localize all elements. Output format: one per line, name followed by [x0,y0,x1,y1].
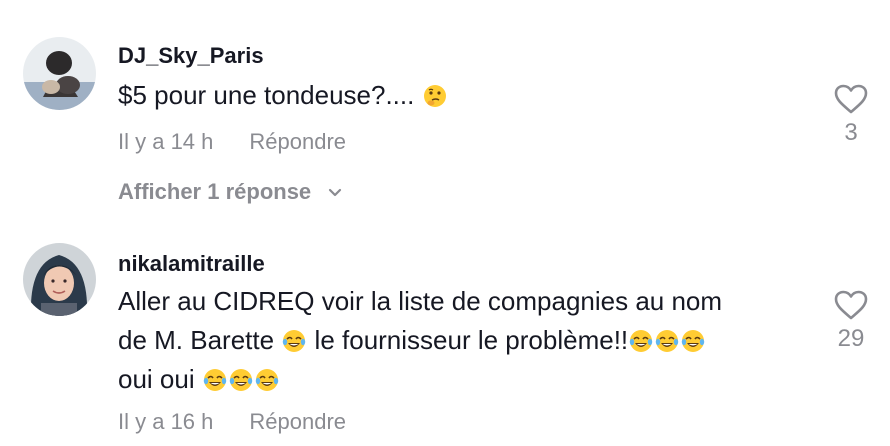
reply-button[interactable]: Répondre [249,129,346,154]
view-replies-button[interactable]: Afficher 1 réponse [118,178,343,207]
view-replies-label: Afficher 1 réponse [118,179,312,204]
tears-of-joy-icon [203,364,227,391]
tears-of-joy-icon [282,325,306,352]
tears-of-joy-icon [681,325,705,352]
comment-text-fragment: le fournisseur le problème!! [314,325,629,355]
avatar[interactable] [23,37,96,110]
comment-text-fragment: de M. Barette [118,325,275,355]
reply-button[interactable]: Répondre [249,409,346,434]
chevron-down-icon [327,179,343,207]
comment-item: nikalamitraille Aller au CIDREQ voir la … [0,230,890,446]
tears-of-joy-icon [229,364,253,391]
comment-timestamp: Il y a 16 h [118,409,214,434]
comment-text-line: Aller au CIDREQ voir la liste de compagn… [118,286,723,316]
tears-of-joy-icon [655,325,679,352]
tears-of-joy-icon [255,364,279,391]
heart-icon [834,84,868,114]
comment-text: Aller au CIDREQ voir la liste de compagn… [118,282,808,399]
comment-text: $5 pour une tondeuse?.... [118,76,808,115]
like-button[interactable]: 29 [820,290,882,354]
tears-of-joy-icon [629,325,653,352]
comment-text-fragment: oui oui [118,364,195,394]
heart-icon [834,290,868,320]
comment-text-content: $5 pour une tondeuse?.... [118,80,415,110]
comment-timestamp: Il y a 14 h [118,129,214,154]
comment-meta: Il y a 14 h Répondre [118,128,346,156]
comment-item: DJ_Sky_Paris $5 pour une tondeuse?.... I… [0,0,890,230]
like-count: 3 [844,119,858,146]
comment-text-line: oui oui [118,360,808,399]
avatar[interactable] [23,243,96,316]
like-button[interactable]: 3 [820,84,882,148]
comment-meta: Il y a 16 h Répondre [118,408,346,436]
comment-text-line: de M. Barette le fournisseur le problème… [118,321,808,360]
like-count: 29 [837,325,865,352]
comment-username[interactable]: nikalamitraille [118,250,265,278]
thinking-face-icon [423,80,447,107]
comment-username[interactable]: DJ_Sky_Paris [118,42,264,70]
